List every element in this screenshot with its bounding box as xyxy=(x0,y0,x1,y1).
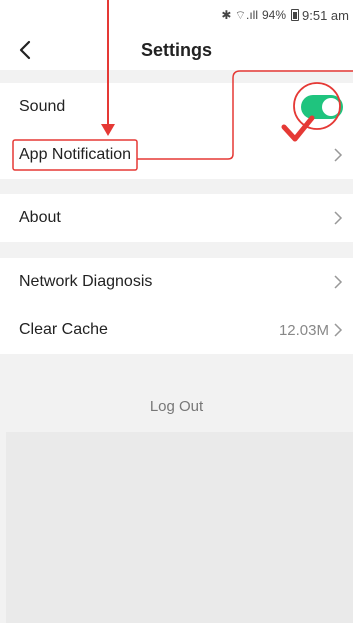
logout-button[interactable]: Log Out xyxy=(0,380,353,432)
about-label: About xyxy=(19,209,61,226)
battery-percentage: 94% xyxy=(261,8,287,22)
network-diagnosis-row[interactable]: Network Diagnosis xyxy=(0,258,353,306)
cache-size: 12.03M xyxy=(278,321,329,339)
chevron-right-icon xyxy=(334,148,343,162)
back-arrow-icon[interactable] xyxy=(14,38,38,62)
clear-cache-label: Clear Cache xyxy=(19,321,108,338)
page-title: Settings xyxy=(140,39,212,60)
sound-section: Sound App Notification xyxy=(0,83,353,179)
bottom-panel xyxy=(6,432,353,623)
battery-icon xyxy=(291,9,300,21)
header-bar: Settings xyxy=(0,30,353,70)
sound-row: Sound xyxy=(0,83,353,131)
chevron-right-icon xyxy=(334,275,343,289)
misc-section: Network Diagnosis Clear Cache 12.03M xyxy=(0,258,353,354)
toggle-knob xyxy=(322,98,340,116)
about-section: About xyxy=(0,194,353,242)
chevron-right-icon xyxy=(334,323,343,337)
network-diagnosis-label: Network Diagnosis xyxy=(19,273,153,290)
sound-label: Sound xyxy=(19,98,66,115)
chevron-right-icon xyxy=(334,211,343,225)
app-notification-row[interactable]: App Notification xyxy=(0,131,353,179)
status-bar: ✱ ⌔.ıll 94% 9:51 am xyxy=(0,0,353,30)
about-row[interactable]: About xyxy=(0,194,353,242)
clear-cache-row[interactable]: Clear Cache 12.03M xyxy=(0,306,353,354)
sound-toggle[interactable] xyxy=(301,95,343,119)
app-notification-label: App Notification xyxy=(19,146,132,163)
status-icons: ✱ ⌔.ıll xyxy=(221,7,258,22)
clock: 9:51 am xyxy=(302,7,349,23)
